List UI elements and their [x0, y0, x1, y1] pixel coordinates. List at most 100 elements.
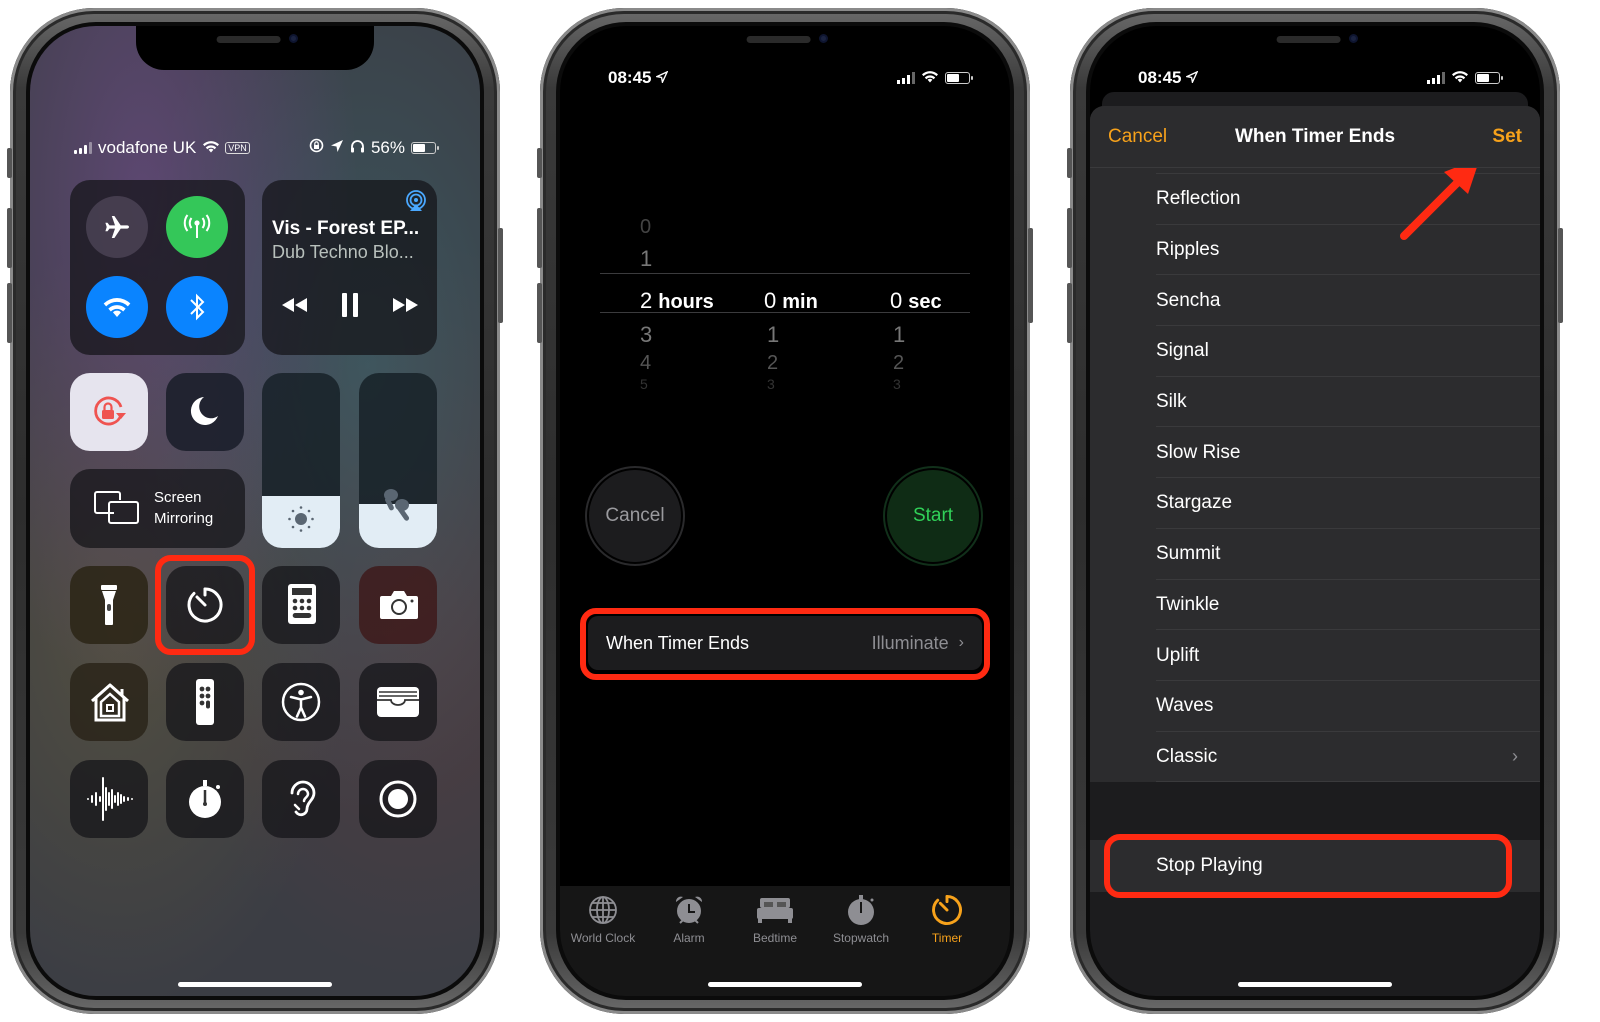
flashlight-button[interactable]	[70, 566, 148, 644]
stopwatch-icon	[846, 894, 876, 929]
rewind-icon[interactable]	[280, 296, 308, 314]
tab-world-clock[interactable]: World Clock	[560, 894, 646, 945]
speaker	[1276, 36, 1341, 43]
hearing-button[interactable]	[262, 760, 340, 838]
volume-up-button	[1067, 208, 1072, 268]
cellular-data-toggle[interactable]	[166, 196, 228, 258]
home-indicator[interactable]	[178, 982, 332, 987]
time-picker[interactable]: 0 1 2 hours 3 4 5 0 min 1 2 3 0 sec 1 2 …	[600, 186, 970, 396]
tab-label: Timer	[931, 931, 963, 945]
phone-sound-picker: 08:45 Cancel When Timer Ends Set Radiate…	[1067, 8, 1563, 1014]
airplane-icon	[102, 212, 132, 242]
sound-option-label: Slow Rise	[1156, 441, 1241, 463]
wifi-toggle[interactable]	[86, 276, 148, 338]
status-bar: 08:45	[608, 68, 973, 88]
hours-option[interactable]: 4	[640, 352, 651, 375]
sound-option[interactable]: Signal	[1090, 326, 1540, 377]
tab-label: Bedtime	[752, 931, 798, 945]
control-center-screen: vodafone UK VPN 56% Vis - Forest EP... D…	[30, 26, 480, 996]
phone-control-center: vodafone UK VPN 56% Vis - Forest EP... D…	[7, 8, 503, 1014]
tab-alarm[interactable]: Alarm	[646, 894, 732, 945]
airplane-mode-toggle[interactable]	[86, 196, 148, 258]
home-button[interactable]	[70, 663, 148, 741]
pause-icon[interactable]	[340, 292, 360, 318]
status-bar: 08:45	[1138, 68, 1503, 88]
vpn-badge: VPN	[225, 142, 250, 154]
ear-icon	[286, 777, 318, 821]
sound-option[interactable]: Uplift	[1090, 630, 1540, 681]
headphones-icon	[350, 138, 365, 158]
seconds-option[interactable]: 2	[893, 352, 904, 375]
bed-icon	[756, 895, 794, 928]
airplay-icon[interactable]	[405, 190, 427, 212]
brightness-slider[interactable]	[262, 373, 340, 548]
hours-option[interactable]: 1	[640, 246, 652, 272]
brightness-icon	[287, 505, 315, 533]
orientation-lock-icon	[309, 138, 324, 158]
now-playing-module[interactable]: Vis - Forest EP... Dub Techno Blo...	[262, 180, 437, 355]
wallet-icon	[376, 685, 420, 719]
front-camera	[819, 34, 828, 43]
sound-option[interactable]: Sencha	[1090, 275, 1540, 326]
fast-forward-icon[interactable]	[392, 296, 420, 314]
sound-option[interactable]: Slow Rise	[1090, 427, 1540, 478]
voice-memos-button[interactable]	[70, 760, 148, 838]
seconds-selected-value: 0	[890, 288, 903, 313]
camera-button[interactable]	[359, 566, 437, 644]
set-button[interactable]: Set	[1492, 126, 1522, 148]
home-indicator[interactable]	[708, 982, 862, 987]
stopwatch-button[interactable]	[166, 760, 244, 838]
sound-option-label: Uplift	[1156, 644, 1200, 666]
bluetooth-icon	[187, 292, 207, 322]
home-indicator[interactable]	[1238, 982, 1392, 987]
location-arrow-icon	[330, 138, 344, 158]
sound-option-label: Waves	[1156, 695, 1214, 717]
hours-option[interactable]: 5	[640, 376, 648, 392]
timer-icon	[931, 894, 963, 929]
sound-option[interactable]: Waves	[1090, 681, 1540, 732]
minutes-option[interactable]: 2	[767, 352, 778, 375]
minutes-option[interactable]: 1	[767, 322, 779, 348]
tab-bar: World Clock Alarm Bedtime Stopwatch Time…	[560, 886, 1010, 996]
seconds-option[interactable]: 1	[893, 322, 905, 348]
wifi-icon	[921, 68, 939, 88]
orientation-lock-toggle[interactable]	[70, 373, 148, 451]
minutes-option[interactable]: 3	[767, 376, 775, 392]
hours-option[interactable]: 3	[640, 322, 652, 348]
sound-option[interactable]: Stargaze	[1090, 478, 1540, 529]
cancel-button[interactable]: Cancel	[585, 466, 685, 566]
wifi-icon	[1451, 68, 1469, 88]
screen-recording-button[interactable]	[359, 760, 437, 838]
volume-down-button	[7, 283, 12, 343]
minutes-unit: min	[782, 291, 818, 313]
apple-tv-remote-button[interactable]	[166, 663, 244, 741]
signal-icon	[1427, 72, 1445, 84]
hours-unit: hours	[658, 291, 714, 313]
tab-timer[interactable]: Timer	[904, 894, 990, 945]
sound-option[interactable]: Twinkle	[1090, 580, 1540, 631]
hours-selected[interactable]: 2 hours	[640, 288, 714, 314]
sound-option[interactable]: Summit	[1090, 529, 1540, 580]
bluetooth-toggle[interactable]	[166, 276, 228, 338]
seconds-option[interactable]: 3	[893, 376, 901, 392]
hours-option[interactable]: 0	[640, 216, 651, 239]
alarm-clock-icon	[673, 894, 705, 929]
tab-stopwatch[interactable]: Stopwatch	[818, 894, 904, 945]
wallet-button[interactable]	[359, 663, 437, 741]
sound-option[interactable]: Classic ›	[1090, 732, 1540, 783]
annotation-highlight-timer	[155, 555, 255, 655]
start-button[interactable]: Start	[883, 466, 983, 566]
screen-mirroring-button[interactable]: Screen Mirroring	[70, 469, 245, 548]
minutes-selected[interactable]: 0 min	[764, 288, 818, 314]
sound-option[interactable]: Silk	[1090, 377, 1540, 428]
seconds-selected[interactable]: 0 sec	[890, 288, 942, 314]
volume-slider[interactable]	[359, 373, 437, 548]
accessibility-icon	[281, 682, 321, 722]
battery-icon	[411, 142, 439, 154]
calculator-button[interactable]	[262, 566, 340, 644]
cancel-button[interactable]: Cancel	[1108, 126, 1167, 148]
tab-bedtime[interactable]: Bedtime	[732, 894, 818, 945]
minutes-selected-value: 0	[764, 288, 777, 313]
accessibility-shortcut-button[interactable]	[262, 663, 340, 741]
do-not-disturb-toggle[interactable]	[166, 373, 244, 451]
